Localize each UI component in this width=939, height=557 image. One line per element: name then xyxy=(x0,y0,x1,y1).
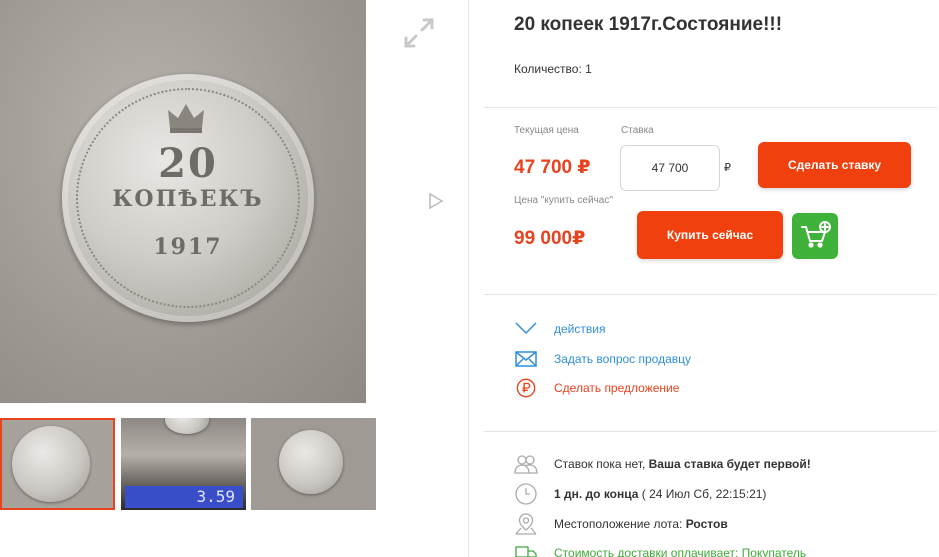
coin-obverse-image: 20 КОПѢЕКЪ 1917 xyxy=(62,74,314,322)
thumbnail-2[interactable]: 3.59 xyxy=(121,418,246,510)
main-photo[interactable]: 20 КОПѢЕКЪ 1917 xyxy=(0,0,366,403)
current-price-label: Текущая цена xyxy=(514,125,579,136)
location-pin-icon xyxy=(515,513,537,535)
ask-seller-label: Задать вопрос продавцу xyxy=(554,352,692,366)
delivery-text[interactable]: Стоимость доставки оплачивает: Покупател… xyxy=(554,546,806,557)
users-icon xyxy=(514,455,538,474)
buy-now-button[interactable]: Купить сейчас xyxy=(637,211,783,259)
bid-currency: ₽ xyxy=(724,162,731,174)
place-bid-button[interactable]: Сделать ставку xyxy=(758,142,911,188)
make-offer-label: Сделать предложение xyxy=(554,381,680,395)
actions-label: действия xyxy=(554,322,606,336)
bids-text: Ставок пока нет, xyxy=(554,457,649,471)
clock-icon xyxy=(515,483,537,505)
location-value: Ростов xyxy=(685,517,728,531)
next-image-icon[interactable] xyxy=(428,192,444,210)
divider xyxy=(484,107,937,108)
thumbnail-3[interactable] xyxy=(251,418,376,510)
add-to-cart-button[interactable] xyxy=(792,213,838,259)
coin-word: КОПѢЕКЪ xyxy=(112,186,264,212)
buynow-price: 99 000₽ xyxy=(514,228,586,249)
truck-icon xyxy=(515,546,537,557)
crown-icon xyxy=(168,104,204,133)
divider xyxy=(484,294,937,295)
quantity-text: Количество: 1 xyxy=(514,62,592,76)
envelope-icon xyxy=(515,351,537,367)
lot-title: 20 копеек 1917г.Состояние!!! xyxy=(514,14,783,35)
thumbnail-coin xyxy=(279,430,343,494)
divider xyxy=(484,431,937,432)
current-price: 47 700 ₽ xyxy=(514,157,591,178)
thumbnail-coin xyxy=(165,418,209,434)
divider xyxy=(468,0,469,557)
bids-strong: Ваша ставка будет первой! xyxy=(648,457,811,471)
location-label: Местоположение лота: xyxy=(554,517,686,531)
scale-display: 3.59 xyxy=(125,486,243,508)
bid-label: Ставка xyxy=(621,125,654,136)
expand-icon[interactable] xyxy=(402,16,436,50)
ruble-circle-icon xyxy=(516,378,536,398)
bid-input[interactable]: 47 700 xyxy=(620,145,720,191)
coin-year: 1917 xyxy=(153,234,223,260)
thumbnail-1[interactable] xyxy=(0,418,115,510)
coin-denomination: 20 xyxy=(158,140,218,187)
buynow-price-label: Цена "купить сейчас" xyxy=(514,195,613,206)
chevron-down-icon xyxy=(515,322,537,335)
cart-plus-icon xyxy=(801,221,831,248)
time-left: 1 дн. до конца xyxy=(554,487,639,501)
end-date: ( 24 Июл Сб, 22:15:21) xyxy=(638,487,767,501)
thumbnail-coin xyxy=(12,426,90,502)
